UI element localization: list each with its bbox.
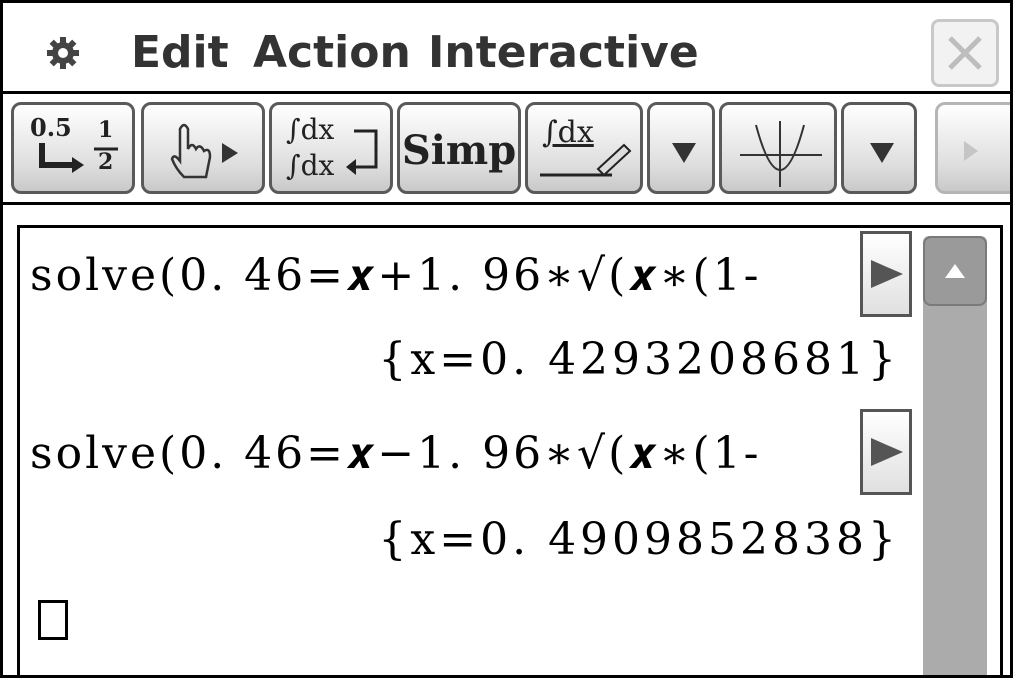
triangle-up-icon xyxy=(945,264,965,278)
triangle-right-icon xyxy=(964,141,978,161)
input-line-2[interactable]: solve(0. 46=𝒙−1. 96∗√(𝒙∗(1- xyxy=(30,428,870,488)
gear-icon[interactable] xyxy=(43,33,83,73)
close-button[interactable] xyxy=(931,19,999,87)
menu-edit[interactable]: Edit xyxy=(131,25,229,81)
integral-template-button[interactable]: ∫dx xyxy=(525,102,643,194)
scroll-up-button[interactable] xyxy=(923,236,987,306)
calculator-window: Edit Action Interactive 0.5 1 2 ∫dx ∫dx … xyxy=(0,0,1013,678)
convert-decimal-fraction-button[interactable]: 0.5 1 2 xyxy=(11,102,135,194)
simp-label: Simp xyxy=(401,127,517,174)
simp-button[interactable]: Simp xyxy=(397,102,521,194)
swap-arrow-icon xyxy=(346,129,378,175)
input-expression: solve(0. 46=𝒙−1. 96∗√(𝒙∗(1- xyxy=(30,428,762,479)
integral-swap-button[interactable]: ∫dx ∫dx xyxy=(269,102,393,194)
convert-arrow-icon xyxy=(39,143,118,173)
expand-right-button[interactable] xyxy=(860,409,912,495)
pencil-icon xyxy=(540,143,632,177)
hand-pointer-icon xyxy=(170,123,238,179)
expand-right-button[interactable] xyxy=(860,231,912,317)
close-icon xyxy=(948,36,982,70)
triangle-down-icon xyxy=(870,143,894,163)
menu-interactive[interactable]: Interactive xyxy=(428,25,699,81)
menu-bar: Edit Action Interactive xyxy=(3,3,1010,94)
input-cursor[interactable] xyxy=(38,600,68,640)
input-expression: solve(0. 46=𝒙+1. 96∗√(𝒙∗(1- xyxy=(30,250,762,301)
drag-drop-button[interactable] xyxy=(141,102,265,194)
main-work-area[interactable]: solve(0. 46=𝒙+1. 96∗√(𝒙∗(1- {x=0. 429320… xyxy=(17,225,1003,675)
triangle-right-icon xyxy=(871,260,903,288)
result-line-1: {x=0. 4293208681} xyxy=(378,334,900,385)
graph-icon xyxy=(740,121,822,187)
graph-button[interactable] xyxy=(719,102,837,194)
dropdown-button[interactable] xyxy=(647,102,715,194)
triangle-down-icon xyxy=(672,143,696,163)
triangle-right-icon xyxy=(871,438,903,466)
graph-dropdown-button[interactable] xyxy=(841,102,917,194)
toolbar-more-button[interactable] xyxy=(935,102,1010,194)
menu-action[interactable]: Action xyxy=(253,25,411,81)
result-line-2: {x=0. 4909852838} xyxy=(378,514,900,565)
toolbar: 0.5 1 2 ∫dx ∫dx Simp ∫dx xyxy=(3,94,1010,205)
input-line-1[interactable]: solve(0. 46=𝒙+1. 96∗√(𝒙∗(1- xyxy=(30,250,870,310)
